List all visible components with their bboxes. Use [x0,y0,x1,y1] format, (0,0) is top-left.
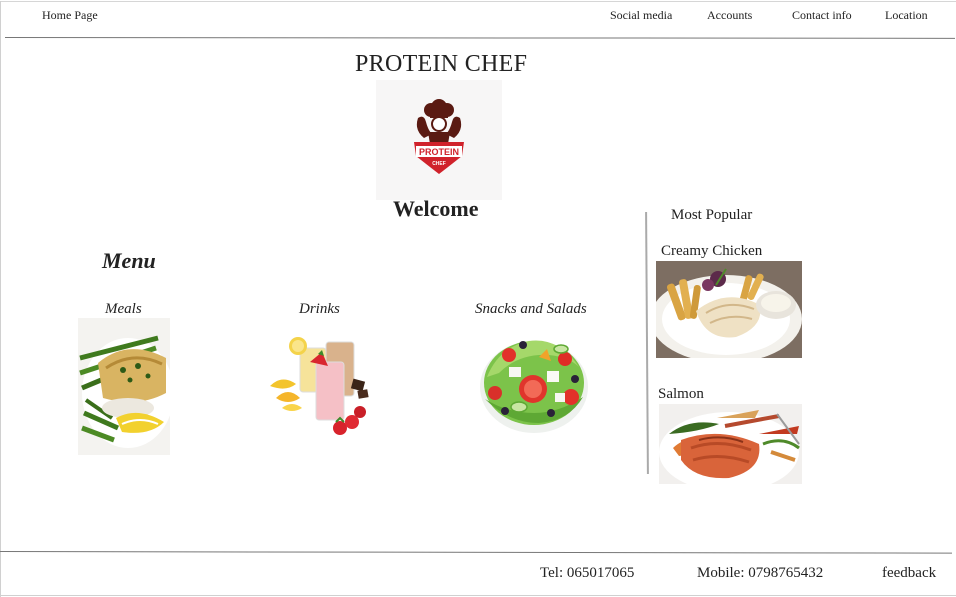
nav-location-link[interactable]: Location [885,8,928,23]
nav-accounts-link[interactable]: Accounts [707,8,752,23]
nav-social-media-link[interactable]: Social media [610,8,672,23]
creamy-chicken-label[interactable]: Creamy Chicken [661,243,762,260]
logo-text-protein: PROTEIN [419,147,459,157]
site-logo: PROTEIN CHEF [376,80,502,200]
drinks-label[interactable]: Drinks [299,301,340,318]
meals-label[interactable]: Meals [105,301,142,318]
menu-heading: Menu [102,248,156,273]
logo-text-chef: CHEF [432,161,446,167]
salmon-image[interactable] [659,404,802,484]
most-popular-heading: Most Popular [671,207,753,223]
popular-divider [645,211,649,475]
page-bottom-border [0,595,956,596]
header-divider [4,37,956,39]
feedback-link[interactable]: feedback [882,565,936,582]
salmon-label[interactable]: Salmon [658,386,704,403]
creamy-chicken-image[interactable] [656,261,802,358]
page-left-border [0,1,1,597]
drinks-image[interactable] [266,328,376,436]
snacks-and-salads-label[interactable]: Snacks and Salads [475,301,587,318]
page-top-border [0,1,956,2]
footer-mobile: Mobile: 0798765432 [697,565,824,581]
page-title: PROTEIN CHEF [355,51,528,77]
welcome-heading: Welcome [393,196,479,221]
footer-tel: Tel: 065017065 [540,565,635,581]
nav-home-link[interactable]: Home Page [42,8,98,23]
snacks-and-salads-image[interactable] [479,327,589,436]
footer-divider [0,551,952,554]
meals-image[interactable] [78,318,170,455]
nav-contact-info-link[interactable]: Contact info [792,8,852,23]
